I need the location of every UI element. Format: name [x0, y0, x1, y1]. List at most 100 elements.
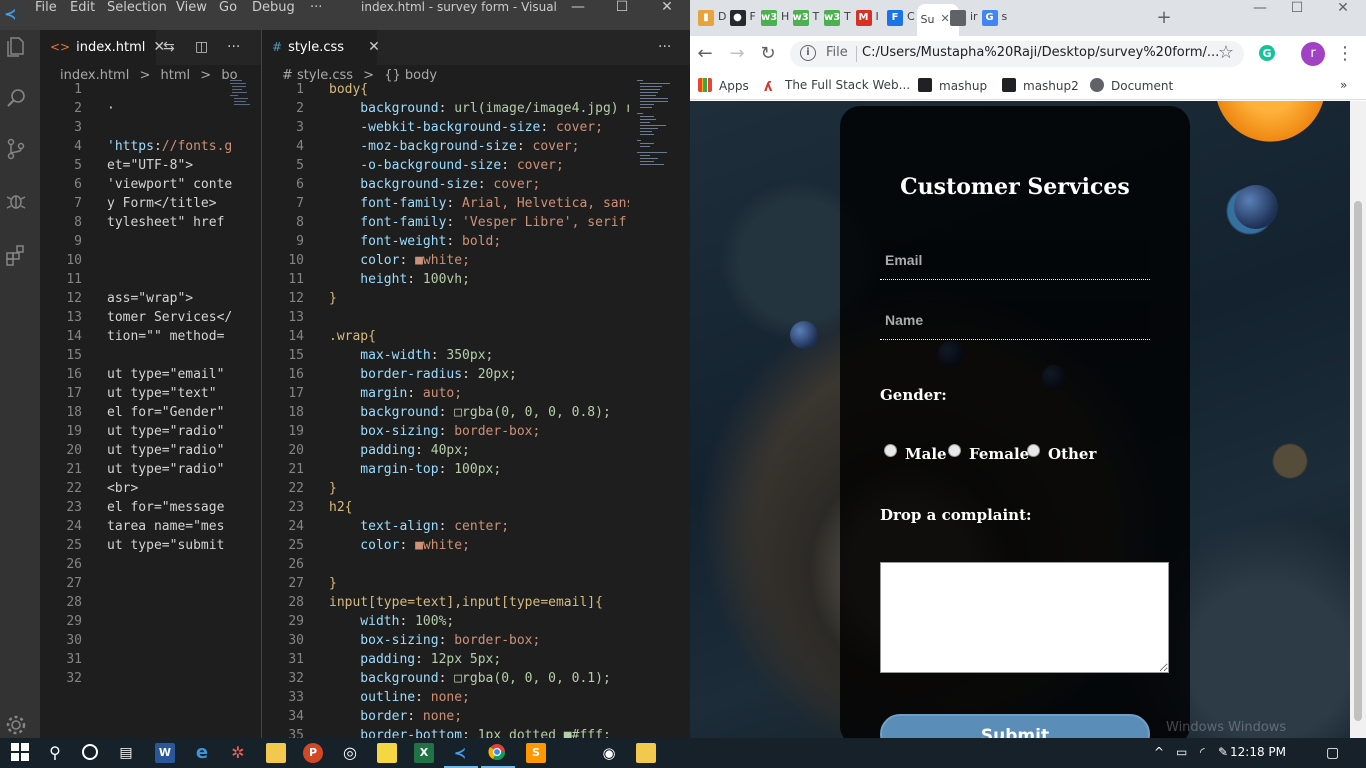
- more-actions-icon[interactable]: ···: [658, 30, 671, 65]
- tool-icon[interactable]: [636, 743, 656, 763]
- start-windows-icon[interactable]: [10, 743, 30, 763]
- code-line[interactable]: -webkit-background-size: cover;: [329, 118, 629, 137]
- menu-debug[interactable]: Debug: [252, 0, 295, 30]
- compare-icon[interactable]: ⇆: [163, 30, 175, 65]
- code-line[interactable]: [107, 593, 257, 612]
- split-editor-icon[interactable]: ◫: [195, 30, 208, 65]
- maximize-button[interactable]: ☐: [1287, 0, 1307, 18]
- code-line[interactable]: ut type="radio": [107, 460, 257, 479]
- more-actions-icon[interactable]: ···: [227, 30, 240, 65]
- scrollbar-thumb[interactable]: [1354, 201, 1362, 721]
- reload-button[interactable]: ↻: [758, 44, 778, 64]
- code-line[interactable]: box-sizing: border-box;: [329, 631, 629, 650]
- wifi-icon[interactable]: ◜: [1200, 745, 1205, 759]
- menu-selection[interactable]: Selection: [107, 0, 167, 30]
- grammarly-extension-icon[interactable]: G: [1257, 44, 1277, 64]
- browser-tab[interactable]: ● F: [728, 8, 758, 28]
- pen-icon[interactable]: ✎: [1218, 745, 1228, 759]
- browser-tab[interactable]: w3 T: [822, 8, 852, 28]
- code-line[interactable]: padding: 40px;: [329, 441, 629, 460]
- cortana-icon[interactable]: [80, 743, 100, 763]
- code-line[interactable]: font-family: Arial, Helvetica, sans: [329, 194, 629, 213]
- code-line[interactable]: }: [329, 289, 629, 308]
- code-line[interactable]: [107, 251, 257, 270]
- name-input[interactable]: [880, 300, 1150, 340]
- bookmark-apps[interactable]: Apps: [698, 78, 749, 94]
- code-line[interactable]: margin: auto;: [329, 384, 629, 403]
- maximize-button[interactable]: ☐: [599, 0, 645, 30]
- code-line[interactable]: font-weight: bold;: [329, 232, 629, 251]
- code-line[interactable]: [107, 650, 257, 669]
- extensions-icon[interactable]: [4, 243, 28, 267]
- search-icon[interactable]: [4, 86, 28, 110]
- search-icon[interactable]: ⚲: [45, 743, 65, 763]
- email-input[interactable]: [880, 240, 1150, 280]
- bookmarks-overflow-icon[interactable]: »: [1340, 78, 1347, 94]
- code-line[interactable]: -moz-background-size: cover;: [329, 137, 629, 156]
- code-line[interactable]: [329, 308, 629, 327]
- menu-view[interactable]: View: [176, 0, 207, 30]
- menu-go[interactable]: Go: [219, 0, 237, 30]
- code-line[interactable]: ass="wrap">: [107, 289, 257, 308]
- menu-edit[interactable]: Edit: [70, 0, 95, 30]
- code-line[interactable]: }: [329, 479, 629, 498]
- code-line[interactable]: text-align: center;: [329, 517, 629, 536]
- browser-tab[interactable]: MI: [854, 8, 884, 28]
- close-button[interactable]: ✕: [644, 0, 690, 30]
- gender-radio-female[interactable]: [948, 444, 961, 457]
- minimap[interactable]: [637, 80, 677, 210]
- close-button[interactable]: ✕: [1333, 0, 1353, 18]
- browser-tab[interactable]: w3 T: [791, 8, 821, 28]
- settings-gear-icon[interactable]: [4, 713, 28, 737]
- minimize-button[interactable]: —: [1250, 0, 1270, 18]
- tab-style-css[interactable]: # style.css ✕: [262, 30, 380, 65]
- menu-file[interactable]: File: [35, 0, 57, 30]
- source-control-icon[interactable]: [4, 137, 28, 161]
- code-line[interactable]: outline: none;: [329, 688, 629, 707]
- code-line[interactable]: background-size: cover;: [329, 175, 629, 194]
- code-line[interactable]: el for="Gender": [107, 403, 257, 422]
- code-line[interactable]: width: 100%;: [329, 612, 629, 631]
- code-line[interactable]: ut type="radio": [107, 422, 257, 441]
- code-line[interactable]: font-family: 'Vesper Libre', serif;: [329, 213, 629, 232]
- back-button[interactable]: ←: [695, 44, 715, 64]
- bookmark-mashup[interactable]: mashup: [918, 78, 987, 94]
- settings-icon[interactable]: ✲: [228, 743, 248, 763]
- code-line[interactable]: box-sizing: border-box;: [329, 422, 629, 441]
- code-line[interactable]: -o-background-size: cover;: [329, 156, 629, 175]
- chrome-icon[interactable]: [487, 743, 507, 763]
- url-text[interactable]: C:/Users/Mustapha%20Raji/Desktop/survey%…: [862, 45, 1219, 60]
- gender-radio-male[interactable]: [884, 444, 897, 457]
- menu-more[interactable]: ···: [310, 0, 322, 30]
- code-line[interactable]: [107, 669, 257, 688]
- gender-radio-other[interactable]: [1027, 444, 1040, 457]
- code-line[interactable]: tylesheet" href: [107, 213, 257, 232]
- code-line[interactable]: [107, 631, 257, 650]
- tab-index-html[interactable]: <> index.html ✕: [40, 30, 165, 65]
- code-line[interactable]: h2{: [329, 498, 629, 517]
- code-line[interactable]: max-width: 350px;: [329, 346, 629, 365]
- edge-icon[interactable]: e: [192, 743, 212, 763]
- browser-tab[interactable]: ▮ D: [696, 8, 726, 28]
- task-view-icon[interactable]: ▤: [116, 743, 136, 763]
- code-line[interactable]: padding: 12px 5px;: [329, 650, 629, 669]
- taskbar-clock[interactable]: 12:18 PM: [1230, 745, 1286, 759]
- word-icon[interactable]: W: [155, 743, 175, 763]
- code-line[interactable]: background: □rgba(0, 0, 0, 0.1);: [329, 669, 629, 688]
- code-line[interactable]: .wrap{: [329, 327, 629, 346]
- bookmark-document[interactable]: Document: [1090, 78, 1173, 94]
- code-line[interactable]: background: □rgba(0, 0, 0, 0.8);: [329, 403, 629, 422]
- explorer-icon[interactable]: [4, 35, 28, 59]
- code-line[interactable]: background: url(image/image4.jpg) n: [329, 99, 629, 118]
- code-line[interactable]: border: none;: [329, 707, 629, 726]
- chrome-menu-icon[interactable]: ⋮: [1335, 44, 1355, 64]
- code-line[interactable]: [107, 346, 257, 365]
- code-line[interactable]: height: 100vh;: [329, 270, 629, 289]
- code-line[interactable]: el for="message: [107, 498, 257, 517]
- camera-icon[interactable]: ◉: [599, 743, 619, 763]
- bookmark-mashup2[interactable]: mashup2: [1002, 78, 1079, 94]
- minimize-button[interactable]: —: [555, 0, 601, 30]
- address-bar[interactable]: i File C:/Users/Mustapha%20Raji/Desktop/…: [790, 41, 1244, 67]
- code-line[interactable]: ut type="text": [107, 384, 257, 403]
- code-line[interactable]: [329, 555, 629, 574]
